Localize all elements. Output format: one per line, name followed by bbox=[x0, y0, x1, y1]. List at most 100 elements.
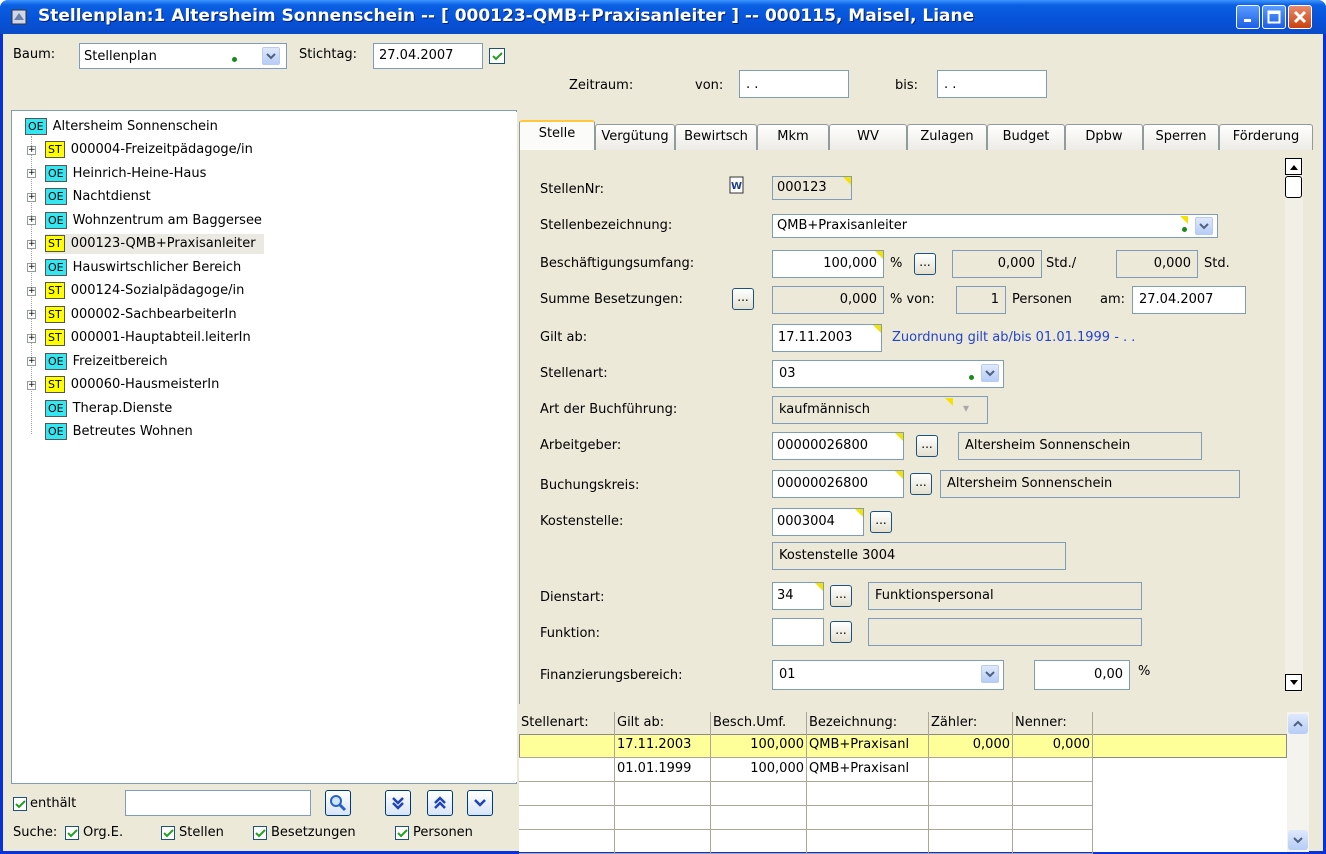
tab-verg-tung[interactable]: Vergütung bbox=[595, 124, 675, 150]
tree-node[interactable]: ST 000124-Sozialpädagoge/in bbox=[45, 281, 244, 301]
search-button[interactable] bbox=[325, 790, 351, 816]
grid-scrollbar[interactable] bbox=[1287, 712, 1309, 852]
table-row[interactable] bbox=[519, 806, 1287, 830]
tree-node[interactable]: OE Heinrich-Heine-Haus bbox=[45, 163, 206, 183]
tree-node[interactable]: OE Nachtdienst bbox=[45, 187, 151, 207]
tab-sperren[interactable]: Sperren bbox=[1143, 124, 1219, 150]
chevron-down-icon bbox=[474, 799, 486, 807]
table-cell bbox=[519, 734, 615, 758]
grid-scroll-up[interactable] bbox=[1288, 714, 1308, 734]
bis-field[interactable]: . . bbox=[937, 70, 1047, 98]
tab-bewirtsch[interactable]: Bewirtsch bbox=[675, 124, 757, 150]
grid-column-header[interactable]: Zähler: bbox=[929, 712, 1013, 734]
stichtag-checkbox[interactable] bbox=[489, 48, 505, 64]
expand-node-icon[interactable]: + bbox=[27, 357, 36, 366]
expand-node-icon[interactable]: + bbox=[27, 286, 36, 296]
umfang-dots-button[interactable]: ... bbox=[914, 253, 936, 275]
expand-node-icon[interactable]: + bbox=[27, 263, 36, 272]
bk-dots-button[interactable]: ... bbox=[910, 473, 932, 495]
table-row[interactable] bbox=[519, 782, 1287, 806]
am-field[interactable]: 27.04.2007 bbox=[1132, 286, 1246, 314]
tree-node[interactable]: OE Freizeitbereich bbox=[45, 351, 168, 371]
fin-select[interactable]: 01 bbox=[772, 660, 1004, 690]
check-icon bbox=[254, 828, 266, 837]
chevron-down-icon[interactable] bbox=[1195, 217, 1213, 235]
personen-checkbox[interactable] bbox=[395, 826, 409, 840]
table-row[interactable]: 17.11.2003 100,000 QMB+Praxisanl 0,000 0,000 bbox=[519, 734, 1287, 758]
scroll-up-button[interactable] bbox=[1285, 158, 1302, 175]
close-button[interactable] bbox=[1288, 5, 1312, 29]
expand-node-icon[interactable]: + bbox=[27, 192, 36, 202]
tree-node[interactable]: ST 000004-Freizeitpädagoge/in bbox=[45, 140, 253, 160]
scroll-down-button[interactable] bbox=[1285, 674, 1302, 691]
table-row[interactable]: 01.01.1999 100,000 QMB+Praxisanl bbox=[519, 758, 1287, 782]
tree-node[interactable]: ST 000002-SachbearbeiterIn bbox=[45, 304, 237, 324]
enthaelt-checkbox[interactable] bbox=[13, 797, 27, 811]
art-select[interactable]: 03 bbox=[772, 360, 1004, 388]
word-icon[interactable]: W bbox=[728, 176, 746, 194]
umfang-field[interactable]: 100,000 bbox=[772, 250, 884, 278]
tree-node[interactable]: OE Altersheim Sonnenschein bbox=[25, 116, 218, 136]
expand-node-icon[interactable]: + bbox=[27, 169, 36, 178]
expand-node-icon[interactable]: + bbox=[27, 310, 36, 319]
tab-budget[interactable]: Budget bbox=[987, 124, 1065, 150]
search-input[interactable] bbox=[125, 790, 311, 816]
expand-button[interactable] bbox=[467, 790, 493, 816]
ks-field[interactable]: 0003004 bbox=[772, 508, 864, 536]
von-field[interactable]: . . bbox=[739, 70, 849, 98]
expand-node-icon[interactable]: + bbox=[27, 380, 36, 390]
table-row[interactable] bbox=[519, 830, 1287, 854]
bez-select[interactable]: QMB+Praxisanleiter bbox=[772, 214, 1218, 238]
stellen-checkbox[interactable] bbox=[161, 826, 175, 840]
tree-node[interactable]: OE Hauswirtschlicher Bereich bbox=[45, 257, 241, 277]
expand-node-icon[interactable]: + bbox=[27, 216, 36, 225]
fk-dots-button[interactable]: ... bbox=[830, 621, 852, 643]
chevron-down-icon[interactable] bbox=[981, 364, 999, 382]
tab-f-rderung[interactable]: Förderung bbox=[1219, 124, 1313, 150]
stichtag-field[interactable]: 27.04.2007 bbox=[373, 43, 483, 69]
tree-node[interactable]: OE Betreutes Wohnen bbox=[45, 422, 193, 442]
minimize-button[interactable] bbox=[1236, 5, 1260, 29]
tab-mkm[interactable]: Mkm bbox=[757, 124, 829, 150]
tree-node[interactable]: OE Therap.Dienste bbox=[45, 398, 172, 418]
expand-all-button[interactable] bbox=[385, 790, 411, 816]
bk-field[interactable]: 00000026800 bbox=[772, 470, 904, 498]
expand-node-icon[interactable]: + bbox=[27, 145, 36, 155]
gilt-field[interactable]: 17.11.2003 bbox=[772, 324, 882, 352]
fin-pct-field[interactable]: 0,00 bbox=[1034, 660, 1130, 690]
summe-field: 0,000 bbox=[772, 286, 884, 314]
tab-dpbw[interactable]: Dpbw bbox=[1065, 124, 1143, 150]
tree-node[interactable]: ST 000060-HausmeisterIn bbox=[45, 375, 219, 395]
tree-node[interactable]: ST 000123-QMB+Praxisanleiter bbox=[45, 233, 264, 254]
expand-node-icon[interactable]: + bbox=[27, 333, 36, 343]
expand-node-icon[interactable]: + bbox=[27, 239, 36, 249]
tab-wv[interactable]: WV bbox=[829, 124, 907, 150]
ag-field[interactable]: 00000026800 bbox=[772, 432, 904, 460]
tab-zulagen[interactable]: Zulagen bbox=[907, 124, 987, 150]
ag-dots-button[interactable]: ... bbox=[916, 435, 938, 457]
grid-column-header[interactable]: Bezeichnung: bbox=[807, 712, 929, 734]
fk-field[interactable] bbox=[772, 618, 824, 646]
baum-select[interactable]: Stellenplan bbox=[79, 43, 287, 69]
grid-column-header[interactable]: Stellenart: bbox=[519, 712, 615, 734]
tree-node[interactable]: OE Wohnzentrum am Baggersee bbox=[45, 210, 262, 230]
da-dots-button[interactable]: ... bbox=[830, 585, 852, 607]
form-scrollbar[interactable] bbox=[1285, 158, 1303, 692]
grid-column-header[interactable]: Besch.Umf. bbox=[711, 712, 807, 734]
summe-dots-button[interactable]: ... bbox=[732, 288, 754, 310]
tab-stelle[interactable]: Stelle bbox=[519, 120, 595, 152]
chevron-down-icon[interactable] bbox=[262, 47, 280, 65]
zuordnung-link[interactable]: Zuordnung gilt ab/bis 01.01.1999 - . . bbox=[892, 330, 1135, 345]
org-checkbox[interactable] bbox=[65, 826, 79, 840]
grid-scroll-down[interactable] bbox=[1288, 830, 1308, 850]
scroll-thumb[interactable] bbox=[1285, 176, 1302, 198]
chevron-down-icon[interactable] bbox=[981, 665, 999, 683]
tree-node[interactable]: ST 000001-Hauptabteil.leiterIn bbox=[45, 328, 251, 348]
grid-column-header[interactable]: Nenner: bbox=[1013, 712, 1093, 734]
besetzungen-checkbox[interactable] bbox=[253, 826, 267, 840]
ks-dots-button[interactable]: ... bbox=[870, 511, 892, 533]
maximize-button[interactable] bbox=[1262, 5, 1286, 29]
collapse-all-button[interactable] bbox=[427, 790, 453, 816]
title-bar[interactable]: Stellenplan:1 Altersheim Sonnenschein --… bbox=[0, 0, 1326, 34]
grid-column-header[interactable]: Gilt ab: bbox=[615, 712, 711, 734]
